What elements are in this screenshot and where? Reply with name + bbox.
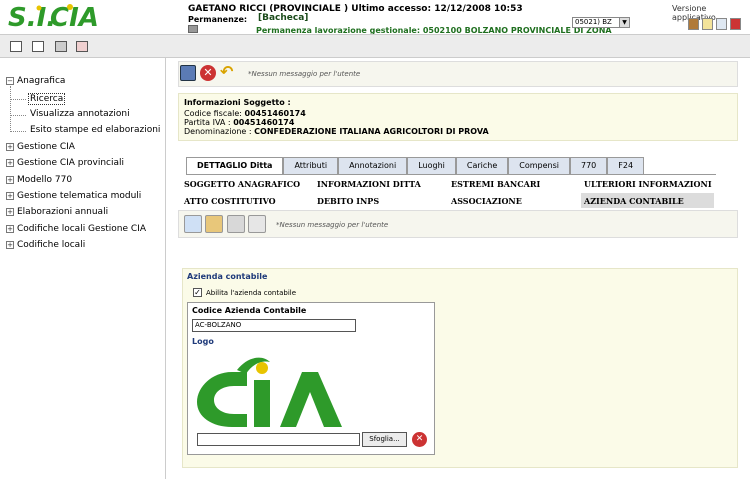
sidebar-item-ricerca[interactable]: Ricerca	[28, 93, 66, 105]
exit-icon[interactable]	[730, 18, 741, 30]
books-icon[interactable]	[688, 18, 699, 30]
partita-iva-row: Partita IVA : 00451460174	[184, 118, 295, 127]
close-panel-icon[interactable]	[76, 41, 88, 52]
delete-icon[interactable]: ✕	[200, 65, 216, 81]
document-icon[interactable]	[702, 18, 713, 30]
denominazione-row: Denominazione : CONFEDERAZIONE ITALIANA …	[184, 127, 489, 136]
settings-icon[interactable]	[227, 215, 245, 233]
section-ulteriori-informazioni[interactable]: ULTERIORI INFORMAZIONI	[584, 179, 712, 189]
codice-azienda-label: Codice Azienda Contabile	[192, 306, 307, 315]
expand-icon: +	[6, 176, 14, 184]
section-associazione[interactable]: ASSOCIAZIONE	[451, 196, 522, 206]
section-informazioni-ditta[interactable]: INFORMAZIONI DITTA	[317, 179, 421, 189]
sidebar-item-elaborazioni-annuali[interactable]: + Elaborazioni annuali	[6, 207, 108, 217]
collapse-icon: −	[6, 77, 14, 85]
header-icons	[688, 18, 741, 30]
sede-select-value: 05021) BZ	[575, 18, 612, 26]
tree-line	[10, 86, 11, 132]
expand-icon: +	[6, 143, 14, 151]
tab-underline	[186, 174, 716, 175]
save-icon[interactable]	[180, 65, 196, 81]
main-toolbar	[0, 34, 750, 58]
svg-text:S.I.: S.I.	[8, 3, 56, 32]
detail-view-icon[interactable]	[32, 41, 44, 52]
section-soggetto-anagrafico[interactable]: SOGGETTO ANAGRAFICO	[184, 179, 300, 189]
tab-f24[interactable]: F24	[607, 157, 645, 174]
sidebar-item-esito-stampe[interactable]: Esito stampe ed elaborazioni	[30, 125, 160, 135]
sidebar-item-gestione-cia-provinciali[interactable]: + Gestione CIA provinciali	[6, 158, 124, 168]
tree-branch	[10, 99, 26, 100]
search-person-icon[interactable]	[184, 215, 202, 233]
sidebar-item-visualizza-annotazioni[interactable]: Visualizza annotazioni	[30, 109, 130, 119]
soggetto-info-box: Informazioni Soggetto : Codice fiscale: …	[178, 93, 738, 141]
tab-compensi[interactable]: Compensi	[508, 157, 570, 174]
tree-branch	[10, 115, 26, 116]
remove-file-icon[interactable]: ✕	[412, 432, 427, 447]
sidebar	[0, 58, 166, 479]
building-icon[interactable]	[205, 215, 223, 233]
sidebar-item-codifiche-locali-gestione[interactable]: + Codifiche locali Gestione CIA	[6, 224, 146, 234]
undo-icon[interactable]: ↶	[220, 64, 236, 81]
sidebar-item-gestione-telematica[interactable]: + Gestione telematica moduli	[6, 191, 141, 201]
sidebar-item-anagrafica[interactable]: − Anagrafica	[6, 76, 65, 86]
app-header: S.I. CIA GAETANO RICCI (PROVINCIALE ) Ul…	[0, 0, 750, 35]
expand-icon: +	[6, 241, 14, 249]
user-message: *Nessun messaggio per l'utente	[248, 70, 361, 78]
permanenze-label: Permanenze:	[188, 15, 248, 24]
expand-icon: +	[6, 225, 14, 233]
sfoglia-button[interactable]: Sfoglia...	[362, 432, 407, 447]
expand-icon: +	[6, 159, 14, 167]
panel-icon[interactable]	[55, 41, 67, 52]
soggetto-title: Informazioni Soggetto :	[184, 98, 291, 107]
tab-luoghi[interactable]: Luoghi	[407, 157, 456, 174]
section-estremi-bancari[interactable]: ESTREMI BANCARI	[451, 179, 540, 189]
tab-annotazioni[interactable]: Annotazioni	[338, 157, 408, 174]
tab-cariche[interactable]: Cariche	[455, 157, 509, 174]
section-debito-inps[interactable]: DEBITO INPS	[317, 196, 379, 206]
sicia-logo: S.I. CIA	[8, 3, 99, 32]
printer-icon[interactable]	[248, 215, 266, 233]
tab-770[interactable]: 770	[570, 157, 608, 174]
logo-file-input[interactable]	[197, 433, 360, 446]
user-info: GAETANO RICCI (PROVINCIALE ) Ultimo acce…	[188, 4, 523, 14]
azienda-contabile-title: Azienda contabile	[187, 272, 268, 281]
section-atto-costitutivo[interactable]: ATTO COSTITUTIVO	[184, 196, 276, 206]
tree-branch	[10, 131, 26, 132]
cia-logo-image	[197, 357, 342, 427]
codice-azienda-input[interactable]: AC-BOLZANO	[192, 319, 356, 332]
sidebar-item-modello-770[interactable]: + Modello 770	[6, 175, 72, 185]
sidebar-item-codifiche-locali[interactable]: + Codifiche locali	[6, 240, 85, 250]
chevron-down-icon: ▼	[619, 18, 629, 27]
list-view-icon[interactable]	[10, 41, 22, 52]
calendar-icon[interactable]	[188, 25, 198, 33]
tab-bar: DETTAGLIO Ditta Attributi Annotazioni Lu…	[186, 157, 645, 174]
section-user-message: *Nessun messaggio per l'utente	[276, 221, 389, 229]
codice-fiscale-row: Codice fiscale: 00451460174	[184, 109, 306, 118]
sidebar-item-gestione-cia[interactable]: + Gestione CIA	[6, 142, 75, 152]
bacheca-link[interactable]: [Bacheca]	[258, 13, 308, 23]
tab-attributi[interactable]: Attributi	[283, 157, 339, 174]
expand-icon: +	[6, 192, 14, 200]
home-icon[interactable]	[716, 18, 727, 30]
abilita-checkbox[interactable]: ✓	[193, 288, 202, 297]
logo-label: Logo	[192, 337, 214, 346]
tab-dettaglio-ditta[interactable]: DETTAGLIO Ditta	[186, 157, 284, 174]
expand-icon: +	[6, 208, 14, 216]
sede-select[interactable]: 05021) BZ ▼	[572, 17, 630, 28]
abilita-checkbox-label: Abilita l'azienda contabile	[206, 289, 297, 297]
section-azienda-contabile[interactable]: AZIENDA CONTABILE	[584, 196, 684, 206]
svg-text:CIA: CIA	[50, 3, 99, 32]
